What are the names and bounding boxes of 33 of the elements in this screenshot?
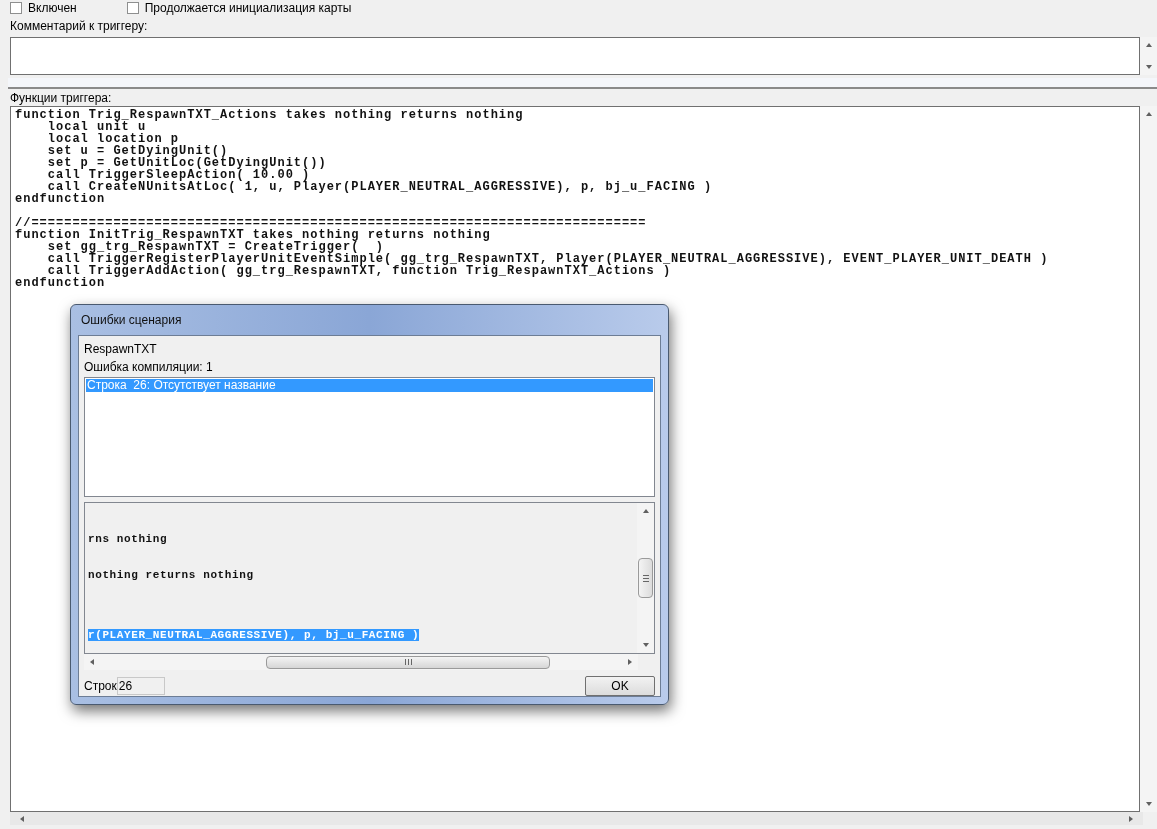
scrollbar-thumb[interactable] xyxy=(266,655,550,669)
scroll-left-icon[interactable] xyxy=(18,814,26,823)
checkbox[interactable] xyxy=(126,1,139,14)
vertical-scrollbar[interactable] xyxy=(637,503,654,653)
scroll-down-icon[interactable] xyxy=(1144,800,1153,808)
line-label: Строк xyxy=(84,678,117,695)
scroll-up-icon[interactable] xyxy=(1144,41,1153,49)
checkbox-label: Включен xyxy=(28,1,77,14)
ok-button[interactable]: OK xyxy=(585,676,655,696)
checkbox[interactable] xyxy=(10,1,22,14)
comment-field[interactable] xyxy=(10,37,1140,75)
scroll-down-icon[interactable] xyxy=(641,641,650,649)
line-field[interactable]: 26 xyxy=(116,677,165,695)
comment-label: Комментарий к триггеру: xyxy=(10,19,149,33)
vertical-scrollbar[interactable] xyxy=(1140,37,1157,75)
vertical-scrollbar[interactable] xyxy=(1140,106,1157,812)
code-text: function Trig_RespawnTXT_Actions takes nothing returns nothing local unit u local location p set u = GetDyingUnit() set p = GetUnitLoc(GetDyingUnit()) call TriggerSleepAction( 10.00 ) call CreateNUnitsAtLoc( 1, u, Player(PLAYER_NEUTRAL_AGGRESSIVE), p, bj_u_FACING ) endfunction //=========================================================================== function InitTrig_RespawnTXT takes nothing returns nothing set gg_trg_RespawnTXT = CreateTrigger( ) call TriggerRegisterPlayerUnitEventSimple( gg_trg_RespawnTXT, Player(PLAYER_NEUTRAL_AGGRESSIVE), EVENT_PLAYER_UNIT_DEATH ) call TriggerAddAction( gg_trg_RespawnTXT, function Trig_RespawnTXT_Actions ) endfunction xyxy=(15,109,1050,289)
splitter[interactable] xyxy=(8,78,1157,89)
trigger-name: RespawnTXT xyxy=(84,342,158,356)
horizontal-scrollbar[interactable] xyxy=(10,812,1143,825)
scroll-right-icon[interactable] xyxy=(1127,814,1135,823)
scroll-up-icon[interactable] xyxy=(641,507,650,515)
scroll-down-icon[interactable] xyxy=(1144,63,1153,71)
checkbox-label: Продолжается инициализация карты xyxy=(144,1,352,14)
scroll-up-icon[interactable] xyxy=(1144,110,1153,118)
scroll-left-icon[interactable] xyxy=(88,658,96,666)
preview-horizontal-scrollbar[interactable] xyxy=(84,654,638,670)
scrollbar-thumb[interactable] xyxy=(638,558,653,598)
preview-text: rns nothing nothing returns nothing xyxy=(88,532,254,583)
dialog-title: Ошибки сценария xyxy=(81,313,183,327)
functions-label: Функции триггера: xyxy=(10,91,113,105)
error-count: Ошибка компиляции: 1 xyxy=(84,360,214,374)
scroll-right-icon[interactable] xyxy=(626,658,634,666)
